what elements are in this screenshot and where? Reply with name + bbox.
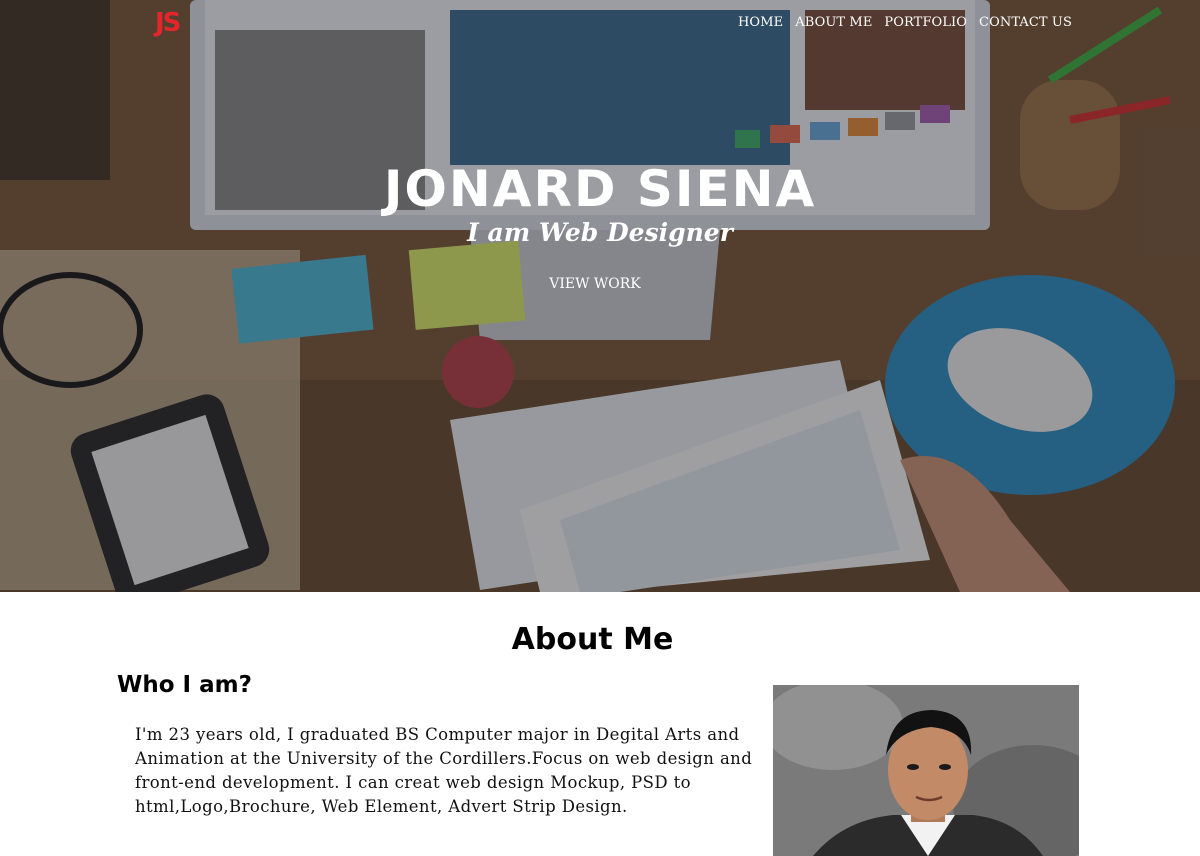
nav-item-home[interactable]: HOME (738, 15, 783, 30)
nav-item-portfolio[interactable]: PORTFOLIO (884, 15, 967, 30)
hero-section: JS HOME ABOUT ME PORTFOLIO CONTACT US JO… (0, 0, 1200, 592)
nav-item-about-me[interactable]: ABOUT ME (795, 15, 872, 30)
hero-subtitle: I am Web Designer (467, 218, 733, 247)
profile-photo (773, 685, 1079, 856)
site-logo[interactable]: JS (155, 8, 181, 38)
hero-overlay (0, 0, 1200, 592)
about-heading: About Me (511, 622, 674, 657)
profile-photo-image (773, 685, 1079, 856)
nav-item-contact-us[interactable]: CONTACT US (979, 15, 1072, 30)
main-nav: HOME ABOUT ME PORTFOLIO CONTACT US (738, 15, 1072, 30)
hero-title: JONARD SIENA (383, 160, 817, 218)
who-i-am-heading: Who I am? (117, 672, 252, 698)
about-paragraph: I'm 23 years old, I graduated BS Compute… (135, 725, 753, 816)
view-work-button[interactable]: VIEW WORK (540, 276, 650, 292)
